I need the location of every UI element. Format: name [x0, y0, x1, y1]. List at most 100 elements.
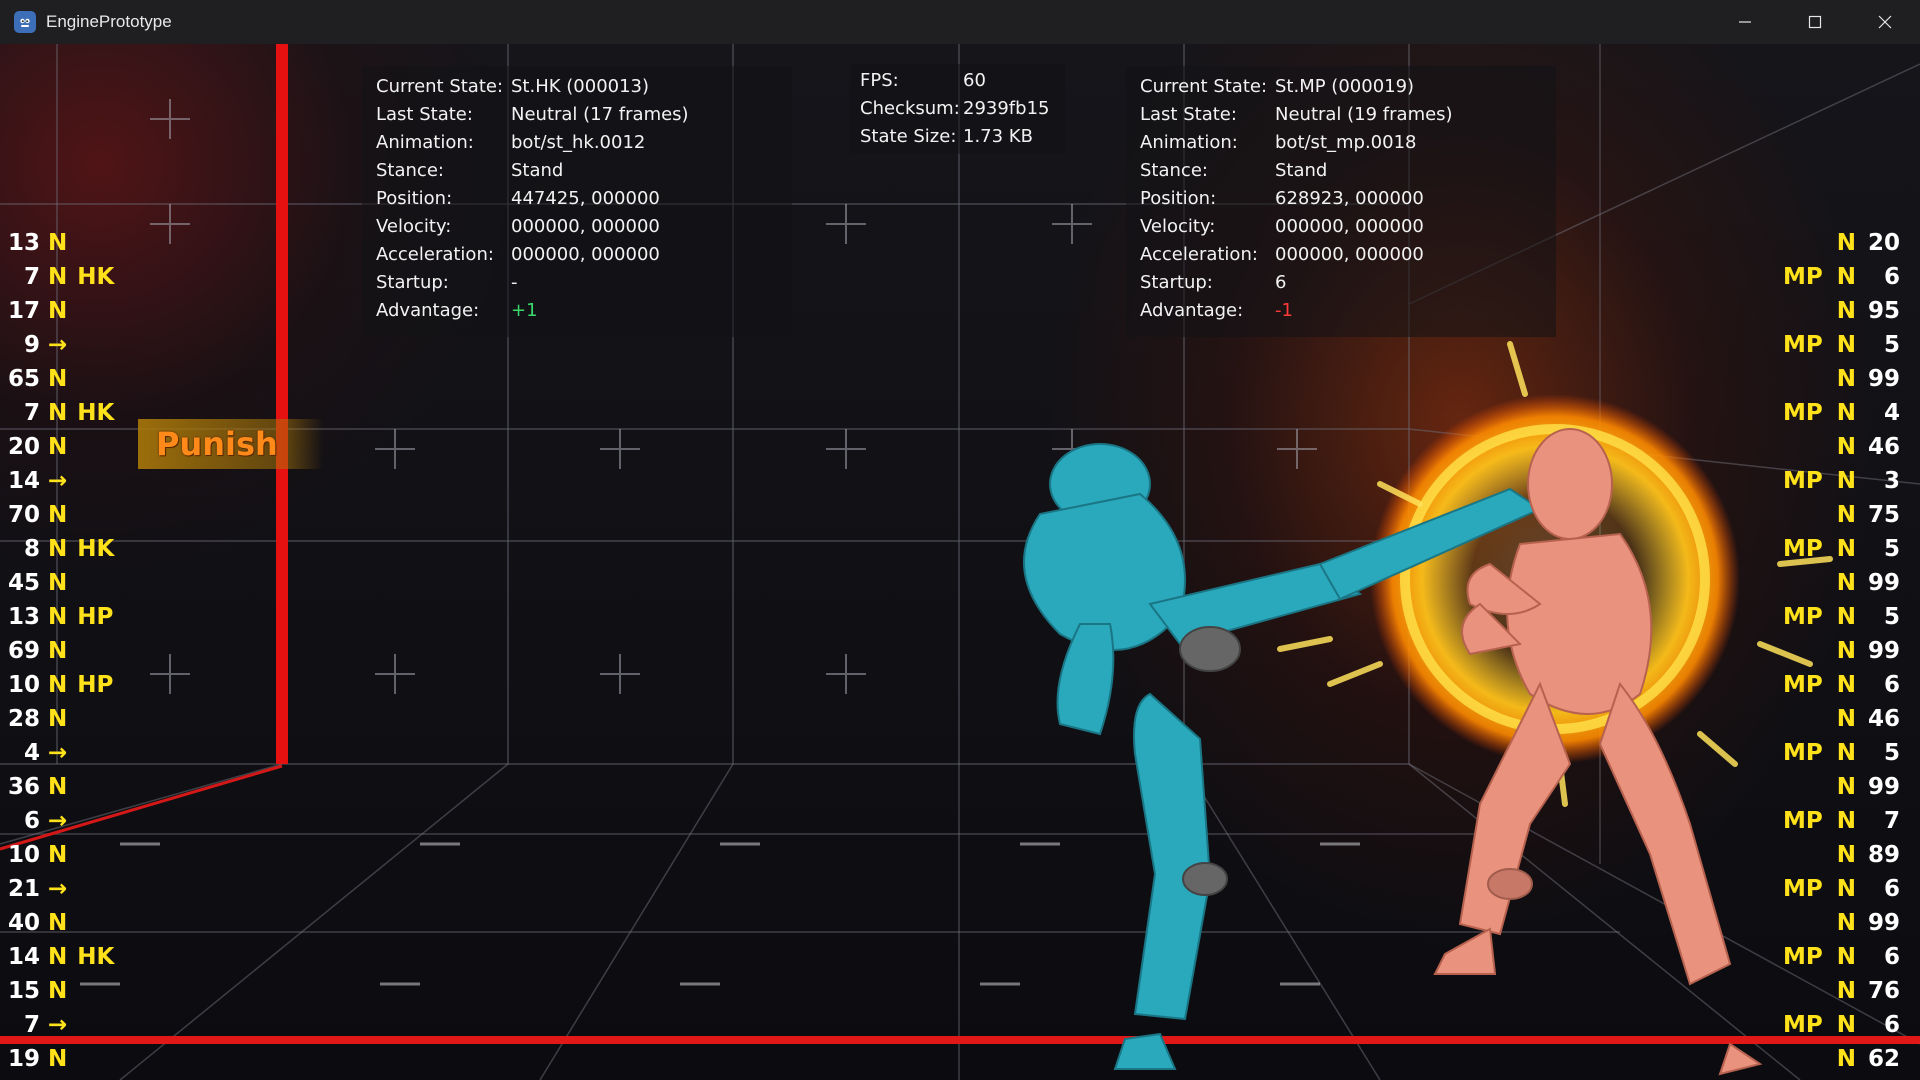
p1-animation-row: Animation: bot/st_hk.0012 [376, 131, 646, 153]
p1-last-state-value: Neutral (17 frames) [511, 103, 689, 125]
input-direction: N [1836, 502, 1856, 528]
p1-stance-value: Stand [511, 159, 564, 181]
input-direction: N [1836, 638, 1856, 664]
p2-startup-row: Startup: 6 [1140, 271, 1287, 293]
input-frame-count: 20 [7, 434, 40, 460]
input-history-row: 70 N [2, 498, 114, 532]
input-frame-count: 4 [23, 740, 40, 766]
input-history-row: N 20 [1783, 226, 1900, 260]
input-direction: N [1836, 366, 1856, 392]
input-history-row: 36 N [2, 770, 114, 804]
input-button: MP [1783, 536, 1823, 562]
input-history-row: MP N 6 [1783, 940, 1900, 974]
input-direction: N [1836, 298, 1856, 324]
input-frame-count: 7 [23, 264, 40, 290]
input-direction: N [48, 536, 68, 562]
p2-startup-value: 6 [1275, 271, 1287, 293]
maximize-icon [1808, 15, 1822, 29]
input-frame-count: 70 [7, 502, 40, 528]
input-button: MP [1783, 672, 1823, 698]
minimize-button[interactable] [1710, 0, 1780, 44]
input-history-row: MP N 6 [1783, 872, 1900, 906]
input-history-row: N 95 [1783, 294, 1900, 328]
input-frame-count: 99 [1867, 910, 1900, 936]
input-button: MP [1783, 876, 1823, 902]
input-direction: N [48, 264, 68, 290]
input-direction: N [48, 298, 68, 324]
input-frame-count: 6 [1883, 876, 1900, 902]
p2-last-state-value: Neutral (19 frames) [1275, 103, 1453, 125]
input-frame-count: 99 [1867, 570, 1900, 596]
checksum-row: Checksum: 2939fb15 [860, 97, 1050, 119]
input-history-row: MP N 5 [1783, 328, 1900, 362]
input-frame-count: 7 [23, 400, 40, 426]
input-frame-count: 89 [1867, 842, 1900, 868]
input-frame-count: 14 [7, 944, 40, 970]
input-frame-count: 28 [7, 706, 40, 732]
input-direction: N [1836, 1012, 1856, 1038]
input-frame-count: 15 [7, 978, 40, 1004]
input-direction: N [1836, 978, 1856, 1004]
input-direction: N [48, 978, 68, 1004]
input-direction: N [48, 638, 68, 664]
input-history-row: 45 N [2, 566, 114, 600]
input-direction: N [1836, 944, 1856, 970]
input-direction: N [1836, 536, 1856, 562]
input-direction: N [1836, 332, 1856, 358]
p2-last-state-row: Last State: Neutral (19 frames) [1140, 103, 1453, 125]
maximize-button[interactable] [1780, 0, 1850, 44]
input-direction: → [48, 332, 68, 358]
input-frame-count: 7 [23, 1012, 40, 1038]
input-direction: N [48, 706, 68, 732]
input-history-row: 20 N [2, 430, 114, 464]
input-direction: N [48, 366, 68, 392]
state-size-value: 1.73 KB [963, 125, 1033, 147]
p2-animation-value: bot/st_mp.0018 [1275, 131, 1417, 153]
p2-current-state-value: St.MP (000019) [1275, 75, 1415, 97]
input-history-row: 14 → [2, 464, 114, 498]
input-button: MP [1783, 808, 1823, 834]
input-direction: N [48, 910, 68, 936]
input-history-row: 9 → [2, 328, 114, 362]
title-bar[interactable]: EnginePrototype [0, 0, 1920, 44]
input-button: HP [77, 672, 114, 698]
input-button: HK [77, 264, 115, 290]
p1-startup-value: - [511, 271, 518, 293]
game-viewport[interactable]: Current State: St.HK (000013) Last State:… [0, 44, 1920, 1080]
input-frame-count: 5 [1883, 536, 1900, 562]
engine-stats-panel: FPS: 60 Checksum: 2939fb15 State Size: 1.73… [850, 64, 1065, 154]
player2-input-history: N 20 MP N 6 N 95 MP N 5 N 99 MP N 4 N 46 MP N 3 N 75 MP N 5 N 99 MP… [1783, 226, 1900, 1076]
input-frame-count: 9 [23, 332, 40, 358]
input-history-row: MP N 5 [1783, 736, 1900, 770]
close-button[interactable] [1850, 0, 1920, 44]
p2-acceleration-value: 000000, 000000 [1275, 243, 1424, 265]
p2-velocity-value: 000000, 000000 [1275, 215, 1424, 237]
input-history-row: 14 N HK [2, 940, 114, 974]
input-history-row: MP N 7 [1783, 804, 1900, 838]
input-direction: N [1836, 706, 1856, 732]
input-frame-count: 17 [7, 298, 40, 324]
input-history-row: 10 N HP [2, 668, 114, 702]
input-button: MP [1783, 740, 1823, 766]
input-frame-count: 19 [7, 1046, 40, 1072]
input-history-row: 7 N HK [2, 396, 114, 430]
p1-current-state-value: St.HK (000013) [511, 75, 650, 97]
input-history-row: 65 N [2, 362, 114, 396]
input-button: MP [1783, 468, 1823, 494]
godot-app-icon [14, 11, 36, 33]
minimize-icon [1739, 21, 1751, 23]
input-history-row: N 46 [1783, 430, 1900, 464]
input-button: MP [1783, 332, 1823, 358]
p2-animation-row: Animation: bot/st_mp.0018 [1140, 131, 1417, 153]
input-button: HK [77, 536, 115, 562]
input-direction: N [1836, 876, 1856, 902]
p2-position-value: 628923, 000000 [1275, 187, 1424, 209]
input-direction: N [1836, 808, 1856, 834]
input-frame-count: 36 [7, 774, 40, 800]
input-frame-count: 10 [7, 672, 40, 698]
input-frame-count: 99 [1867, 366, 1900, 392]
p1-velocity-value: 000000, 000000 [511, 215, 660, 237]
input-frame-count: 6 [1883, 1012, 1900, 1038]
close-icon [1878, 15, 1892, 29]
input-frame-count: 13 [7, 604, 40, 630]
